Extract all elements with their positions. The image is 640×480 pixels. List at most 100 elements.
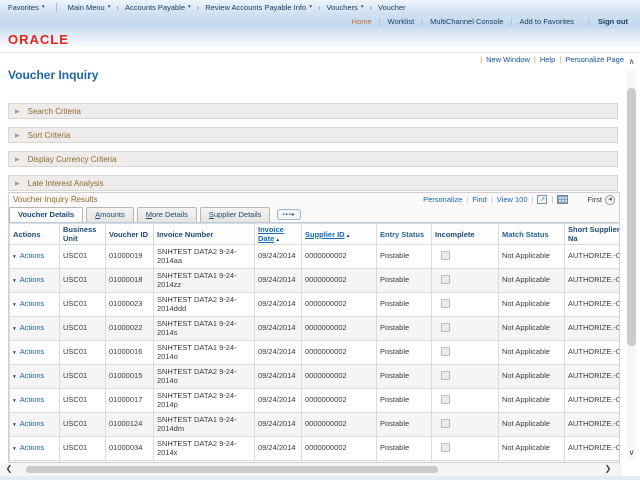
- scroll-left-icon[interactable]: [3, 463, 15, 475]
- results-link-find[interactable]: Find: [472, 195, 487, 204]
- dropdown-arrow-icon[interactable]: [13, 374, 16, 380]
- scroll-right-icon[interactable]: [602, 463, 614, 475]
- column-label: Invoice Number: [157, 230, 213, 239]
- breadcrumb-item-review-accounts-payable-info[interactable]: Review Accounts Payable Info: [202, 3, 315, 12]
- cell-invoice-date: 09/24/2014: [255, 413, 302, 437]
- col-supplier-id[interactable]: Supplier ID: [302, 224, 377, 245]
- incomplete-checkbox[interactable]: [441, 275, 450, 284]
- horizontal-scrollbar-thumb[interactable]: [26, 466, 438, 473]
- actions-link[interactable]: Actions: [20, 299, 45, 308]
- actions-link[interactable]: Actions: [20, 443, 45, 452]
- column-label: Voucher ID: [109, 230, 148, 239]
- incomplete-checkbox[interactable]: [441, 371, 450, 380]
- cell-business-unit: USC01: [60, 293, 106, 317]
- cell-entry-status: Postable: [377, 245, 432, 269]
- tab-amounts[interactable]: Amounts: [86, 207, 134, 222]
- incomplete-checkbox[interactable]: [441, 443, 450, 452]
- actions-link[interactable]: Actions: [20, 275, 45, 284]
- toolbar-link-worklist[interactable]: Worklist: [388, 17, 415, 26]
- cell-match-status: Not Applicable: [499, 245, 565, 269]
- cell-invoice-number: SNHTEST DATA1 9-24-2014o: [154, 341, 255, 365]
- col-entry-status[interactable]: Entry Status: [377, 224, 432, 245]
- toolbar-link-home[interactable]: Home: [352, 17, 372, 26]
- incomplete-checkbox[interactable]: [441, 419, 450, 428]
- section-sort-criteria[interactable]: Sort Criteria: [8, 127, 618, 143]
- actions-link[interactable]: Actions: [20, 371, 45, 380]
- page-link-personalize-page[interactable]: Personalize Page: [565, 55, 624, 64]
- separator: [480, 55, 482, 64]
- results-link-view-100[interactable]: View 100: [497, 195, 528, 204]
- breadcrumb-item-voucher[interactable]: Voucher: [375, 3, 409, 12]
- show-all-columns-icon[interactable]: [277, 209, 300, 220]
- sign-out-link[interactable]: Sign out: [598, 17, 628, 26]
- breadcrumb-item-main-menu[interactable]: Main Menu: [65, 3, 114, 12]
- popup-window-icon[interactable]: [537, 195, 547, 204]
- cell-business-unit: USC01: [60, 269, 106, 293]
- vertical-scrollbar-thumb[interactable]: [627, 88, 636, 346]
- cell-entry-status: Postable: [377, 341, 432, 365]
- section-late-interest-analysis[interactable]: Late Interest Analysis: [8, 175, 618, 191]
- voucher-inquiry-results: Voucher Inquiry Results PersonalizeFindV…: [8, 192, 620, 463]
- tab-supplier-details[interactable]: Supplier Details: [200, 207, 271, 222]
- dropdown-arrow-icon[interactable]: [13, 446, 16, 452]
- dropdown-arrow-icon[interactable]: [13, 398, 16, 404]
- column-label: Supplier ID: [305, 230, 345, 239]
- tab-voucher-details[interactable]: Voucher Details: [9, 207, 83, 222]
- cell-short-supplier-name: AUTHORIZE.-00: [565, 341, 621, 365]
- cell-supplier-id: 0000000002: [302, 341, 377, 365]
- breadcrumb-item-vouchers[interactable]: Vouchers: [323, 3, 366, 12]
- scroll-down-icon[interactable]: [625, 447, 638, 459]
- favorites-label: Favorites: [8, 3, 39, 12]
- page-link-help[interactable]: Help: [540, 55, 555, 64]
- toolbar: Home Worklist MultiChannel Console Add to F…: [0, 14, 640, 28]
- col-match-status[interactable]: Match Status: [499, 224, 565, 245]
- tab-more-details[interactable]: More Details: [137, 207, 197, 222]
- cell-entry-status: Postable: [377, 365, 432, 389]
- incomplete-checkbox[interactable]: [441, 323, 450, 332]
- dropdown-arrow-icon[interactable]: [13, 350, 16, 356]
- column-label: Actions: [13, 230, 41, 239]
- actions-link[interactable]: Actions: [20, 395, 45, 404]
- dropdown-arrow-icon[interactable]: [13, 302, 16, 308]
- section-display-currency-criteria[interactable]: Display Currency Criteria: [8, 151, 618, 167]
- cell-actions: Actions: [10, 365, 60, 389]
- breadcrumb-item-accounts-payable[interactable]: Accounts Payable: [122, 3, 194, 12]
- cell-match-status: Not Applicable: [499, 317, 565, 341]
- col-actions: Actions: [10, 224, 60, 245]
- actions-link[interactable]: Actions: [20, 323, 45, 332]
- cell-match-status: Not Applicable: [499, 437, 565, 461]
- cell-supplier-id: 0000000002: [302, 413, 377, 437]
- section-search-criteria[interactable]: Search Criteria: [8, 103, 618, 119]
- cell-match-status: Not Applicable: [499, 389, 565, 413]
- toolbar-link-add-to-favorites[interactable]: Add to Favorites: [519, 17, 574, 26]
- incomplete-checkbox[interactable]: [441, 251, 450, 260]
- scroll-up-icon[interactable]: [625, 56, 638, 68]
- dropdown-arrow-icon[interactable]: [13, 326, 16, 332]
- grid-body: ActionsUSC0101000019SNHTEST DATA2 9-24-2…: [10, 245, 621, 464]
- dropdown-arrow-icon[interactable]: [13, 278, 16, 284]
- expand-arrow-icon: [15, 132, 20, 139]
- dropdown-arrow-icon[interactable]: [13, 422, 16, 428]
- col-invoice-date[interactable]: Invoice Date: [255, 224, 302, 245]
- incomplete-checkbox[interactable]: [441, 299, 450, 308]
- toolbar-link-multichannel-console[interactable]: MultiChannel Console: [430, 17, 503, 26]
- breadcrumb-separator: [197, 3, 200, 12]
- actions-link[interactable]: Actions: [20, 347, 45, 356]
- circle-left-arrow-icon[interactable]: [605, 195, 615, 205]
- separator: [551, 195, 553, 204]
- results-link-personalize[interactable]: Personalize: [423, 195, 462, 204]
- download-grid-icon[interactable]: [557, 195, 568, 204]
- actions-link[interactable]: Actions: [20, 251, 45, 260]
- separator: [559, 55, 561, 64]
- incomplete-checkbox[interactable]: [441, 395, 450, 404]
- cell-invoice-date: 09/24/2014: [255, 365, 302, 389]
- dropdown-arrow-icon[interactable]: [13, 254, 16, 260]
- incomplete-checkbox[interactable]: [441, 347, 450, 356]
- cell-short-supplier-name: AUTHORIZE.-00: [565, 269, 621, 293]
- page-link-new-window[interactable]: New Window: [486, 55, 530, 64]
- actions-link[interactable]: Actions: [20, 419, 45, 428]
- breadcrumb-item-label: Review Accounts Payable Info: [205, 3, 306, 12]
- cell-entry-status: Postable: [377, 389, 432, 413]
- cell-short-supplier-name: AUTHORIZE.-00: [565, 293, 621, 317]
- breadcrumb-favorites[interactable]: Favorites: [5, 3, 48, 12]
